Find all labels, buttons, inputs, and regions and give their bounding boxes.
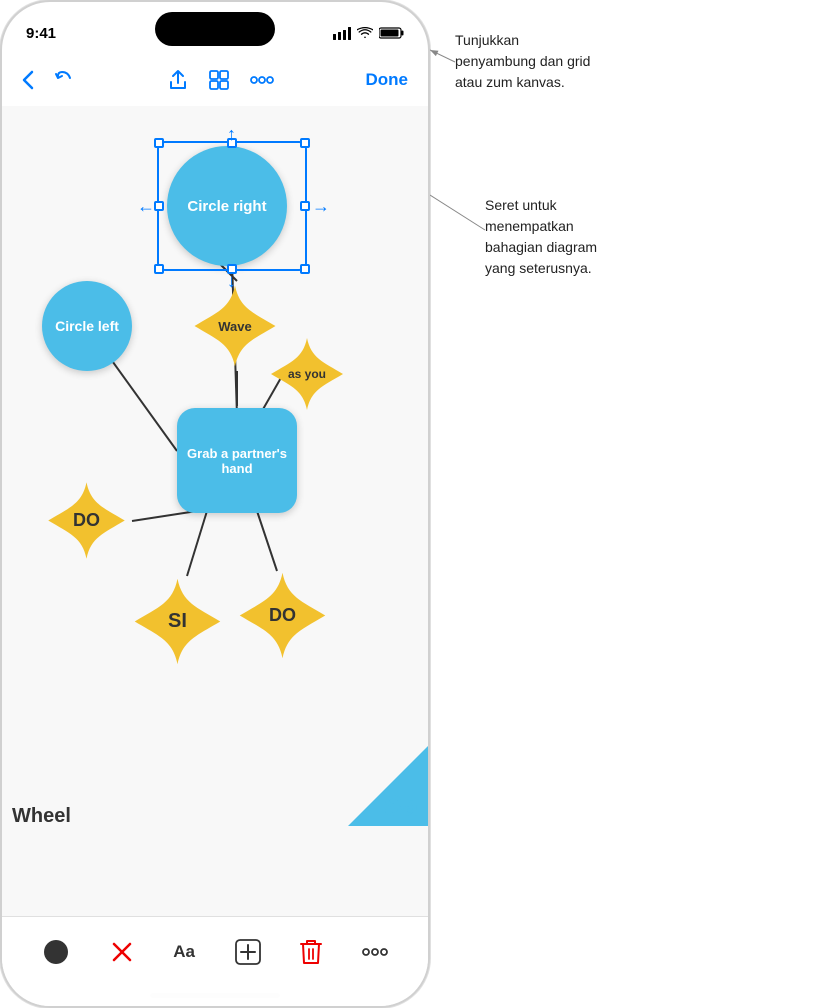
phone-frame: 9:41 bbox=[0, 0, 430, 1008]
annotation-area: Tunjukkan penyambung dan grid atau zum k… bbox=[430, 0, 817, 1008]
node-circle-right[interactable]: Circle right bbox=[167, 146, 287, 266]
back-button[interactable] bbox=[22, 70, 34, 90]
node-do-right[interactable]: DO bbox=[235, 568, 330, 663]
battery-icon bbox=[379, 27, 404, 39]
node-circle-left[interactable]: Circle left bbox=[42, 281, 132, 371]
more-button[interactable] bbox=[250, 76, 274, 84]
text-tool-button[interactable]: Aa bbox=[173, 942, 195, 962]
status-icons bbox=[333, 27, 404, 40]
arrow-up[interactable]: ↑ bbox=[227, 124, 236, 145]
undo-button[interactable] bbox=[54, 70, 76, 90]
sa-text: Sa bbox=[384, 790, 418, 822]
add-shape-button[interactable] bbox=[235, 939, 261, 965]
node-label: Circle right bbox=[187, 198, 266, 215]
annotation-drag-text: Seret untuk menempatkan bahagian diagram… bbox=[485, 195, 597, 279]
circle-tool-button[interactable] bbox=[42, 938, 70, 966]
do-left-label: DO bbox=[73, 510, 100, 531]
done-button[interactable]: Done bbox=[366, 70, 409, 90]
si-label: SI bbox=[168, 610, 187, 633]
more-options-button[interactable] bbox=[362, 948, 388, 956]
node-label: Grab a partner's hand bbox=[177, 446, 297, 476]
share-button[interactable] bbox=[168, 69, 188, 91]
annotation-line-2 bbox=[430, 0, 817, 1008]
grid-button[interactable] bbox=[208, 69, 230, 91]
delete-button[interactable] bbox=[300, 939, 322, 965]
canvas-area[interactable]: ↑ ↓ ← → Circle right Circle left Wave as… bbox=[2, 106, 428, 916]
toolbar: Done bbox=[2, 54, 428, 106]
arrow-down[interactable]: ↓ bbox=[227, 271, 236, 292]
signal-icon bbox=[333, 27, 351, 40]
pen-tool-button[interactable] bbox=[110, 940, 134, 964]
status-bar: 9:41 bbox=[2, 2, 428, 52]
node-do-left[interactable]: DO bbox=[44, 478, 129, 563]
arrow-right[interactable]: → bbox=[312, 196, 330, 217]
node-label: Circle left bbox=[55, 318, 119, 334]
as-you-label: as you bbox=[288, 367, 326, 381]
node-si[interactable]: SI bbox=[130, 574, 225, 669]
wheel-text: Wheel bbox=[12, 805, 71, 828]
wave-label: Wave bbox=[218, 319, 251, 334]
do-right-label: DO bbox=[269, 605, 296, 626]
node-grab-partner[interactable]: Grab a partner's hand bbox=[177, 408, 297, 513]
node-as-you[interactable]: as you bbox=[267, 334, 347, 414]
status-time: 9:41 bbox=[26, 25, 56, 42]
bottom-toolbar: Aa bbox=[2, 916, 428, 1006]
annotation-grid-text: Tunjukkan penyambung dan grid atau zum k… bbox=[455, 30, 590, 93]
annotation-line-1 bbox=[430, 0, 817, 1008]
arrow-left[interactable]: ← bbox=[137, 196, 155, 217]
wifi-icon bbox=[357, 27, 373, 39]
